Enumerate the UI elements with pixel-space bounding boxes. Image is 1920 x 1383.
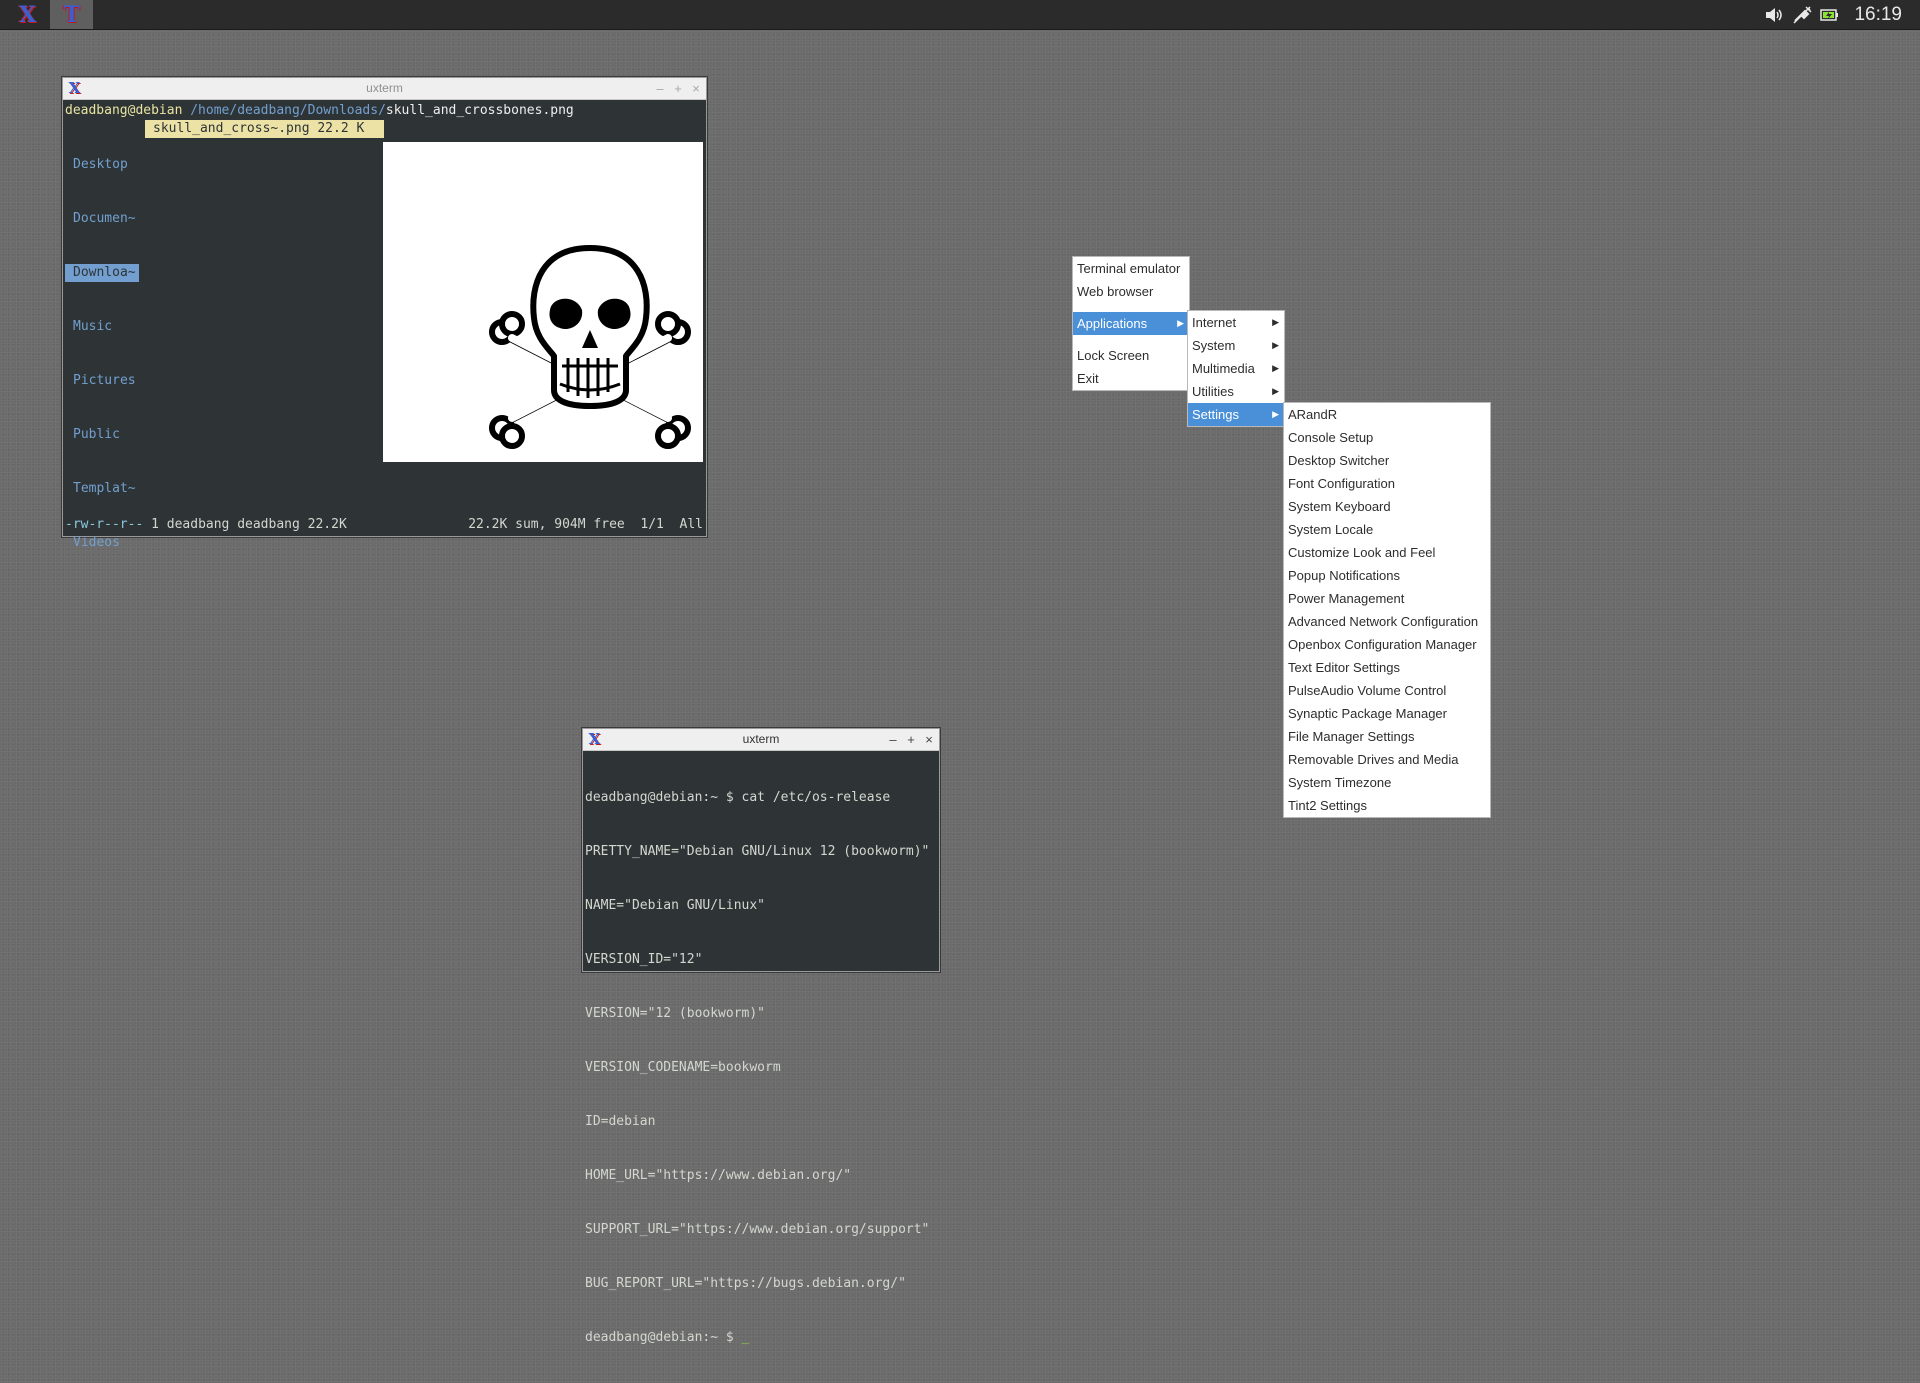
window-title: uxterm bbox=[366, 81, 403, 95]
menu-item-system[interactable]: System ▶ bbox=[1188, 334, 1284, 357]
terminal-line: HOME_URL="https://www.debian.org/" bbox=[585, 1168, 852, 1183]
volume-icon[interactable] bbox=[1764, 0, 1784, 29]
xterm-logo-icon: X bbox=[18, 1, 37, 28]
menu-item-applications[interactable]: Applications ▶ bbox=[1073, 312, 1189, 335]
terminal-line: NAME="Debian GNU/Linux" bbox=[585, 898, 766, 913]
menu-item-openbox-configuration-manager[interactable]: Openbox Configuration Manager bbox=[1284, 633, 1490, 656]
ranger-window[interactable]: X uxterm – + × deadbang@debian /home/dea… bbox=[62, 77, 707, 550]
ranger-status-left: -rw-r--r-- 1 deadbang deadbang 22.2K bbox=[65, 517, 347, 532]
close-icon[interactable]: × bbox=[923, 729, 935, 750]
settings-submenu: ARandR Console Setup Desktop Switcher Fo… bbox=[1283, 402, 1491, 818]
menu-item-exit[interactable]: Exit bbox=[1073, 367, 1189, 390]
terminal-line: BUG_REPORT_URL="https://bugs.debian.org/… bbox=[585, 1276, 906, 1291]
menu-item-system-keyboard[interactable]: System Keyboard bbox=[1284, 495, 1490, 518]
menu-item-power-management[interactable]: Power Management bbox=[1284, 587, 1490, 610]
window-title: uxterm bbox=[742, 732, 780, 746]
list-item[interactable]: Desktop bbox=[65, 156, 139, 174]
uxterm-logo-icon: T bbox=[63, 1, 80, 28]
menu-item-arandr[interactable]: ARandR bbox=[1284, 403, 1490, 426]
terminal-line: VERSION="12 (bookworm)" bbox=[585, 1006, 766, 1021]
menu-item-desktop-switcher[interactable]: Desktop Switcher bbox=[1284, 449, 1490, 472]
menu-item-multimedia[interactable]: Multimedia ▶ bbox=[1188, 357, 1284, 380]
menu-item-lock-screen[interactable]: Lock Screen bbox=[1073, 344, 1189, 367]
menu-separator bbox=[1073, 335, 1189, 344]
xterm-logo-icon[interactable]: X bbox=[66, 79, 83, 98]
menu-item-advanced-network-configuration[interactable]: Advanced Network Configuration bbox=[1284, 610, 1490, 633]
network-disconnected-icon[interactable] bbox=[1792, 0, 1812, 29]
xterm-logo-icon[interactable]: X bbox=[586, 730, 603, 749]
menu-item-removable-drives-and-media[interactable]: Removable Drives and Media bbox=[1284, 748, 1490, 771]
close-icon[interactable]: × bbox=[690, 78, 702, 99]
submenu-arrow-icon: ▶ bbox=[1177, 318, 1184, 328]
terminal-line: PRETTY_NAME="Debian GNU/Linux 12 (bookwo… bbox=[585, 844, 930, 859]
ranger-status-right: 22.2K sum, 904M free 1/1 All bbox=[468, 517, 703, 532]
list-item[interactable]: Documen~ bbox=[65, 210, 139, 228]
terminal-line: SUPPORT_URL="https://www.debian.org/supp… bbox=[585, 1222, 930, 1237]
root-menu: Terminal emulator Web browser Applicatio… bbox=[1072, 256, 1190, 391]
terminal-cursor: _ bbox=[741, 1330, 750, 1345]
menu-item-system-timezone[interactable]: System Timezone bbox=[1284, 771, 1490, 794]
menu-item-utilities[interactable]: Utilities ▶ bbox=[1188, 380, 1284, 403]
submenu-arrow-icon: ▶ bbox=[1272, 409, 1279, 419]
terminal-window[interactable]: X uxterm – + × deadbang@debian:~ $ cat /… bbox=[582, 728, 940, 1345]
menu-separator bbox=[1073, 303, 1189, 312]
menu-item-console-setup[interactable]: Console Setup bbox=[1284, 426, 1490, 449]
menu-item-synaptic-package-manager[interactable]: Synaptic Package Manager bbox=[1284, 702, 1490, 725]
list-item[interactable]: Music bbox=[65, 318, 139, 336]
menu-item-tint2-settings[interactable]: Tint2 Settings bbox=[1284, 794, 1490, 817]
list-item[interactable]: Pictures bbox=[65, 372, 139, 390]
terminal-line: VERSION_ID="12" bbox=[585, 952, 703, 967]
list-item-selected[interactable]: Downloa~ bbox=[65, 264, 139, 282]
ranger-titlebar[interactable]: X uxterm – + × bbox=[63, 78, 706, 100]
minimize-icon[interactable]: – bbox=[654, 78, 666, 99]
launcher-xterm-button[interactable]: X bbox=[6, 0, 49, 29]
submenu-arrow-icon: ▶ bbox=[1272, 386, 1279, 396]
minimize-icon[interactable]: – bbox=[887, 729, 899, 750]
menu-item-file-manager-settings[interactable]: File Manager Settings bbox=[1284, 725, 1490, 748]
submenu-arrow-icon: ▶ bbox=[1272, 363, 1279, 373]
menu-item-settings[interactable]: Settings ▶ bbox=[1188, 403, 1284, 426]
terminal-line: ID=debian bbox=[585, 1114, 656, 1129]
list-item[interactable]: Public bbox=[65, 426, 139, 444]
terminal-prompt-line[interactable]: deadbang@debian:~ $ _ bbox=[585, 1329, 939, 1347]
menu-item-font-configuration[interactable]: Font Configuration bbox=[1284, 472, 1490, 495]
menu-item-web-browser[interactable]: Web browser bbox=[1073, 280, 1189, 303]
ranger-path-bar: deadbang@debian /home/deadbang/Downloads… bbox=[65, 103, 574, 118]
menu-item-customize-look-and-feel[interactable]: Customize Look and Feel bbox=[1284, 541, 1490, 564]
maximize-icon[interactable]: + bbox=[905, 729, 917, 750]
terminal-line: deadbang@debian:~ $ cat /etc/os-release bbox=[585, 790, 891, 805]
menu-item-terminal-emulator[interactable]: Terminal emulator bbox=[1073, 257, 1189, 280]
maximize-icon[interactable]: + bbox=[672, 78, 684, 99]
terminal-output[interactable]: deadbang@debian:~ $ cat /etc/os-release … bbox=[583, 751, 939, 1383]
list-item[interactable]: Videos bbox=[65, 534, 139, 552]
top-panel: X T 16:19 bbox=[0, 0, 1920, 30]
menu-item-text-editor-settings[interactable]: Text Editor Settings bbox=[1284, 656, 1490, 679]
list-item[interactable]: Templat~ bbox=[65, 480, 139, 498]
terminal-titlebar[interactable]: X uxterm – + × bbox=[583, 729, 939, 751]
battery-icon[interactable] bbox=[1820, 0, 1840, 29]
menu-item-popup-notifications[interactable]: Popup Notifications bbox=[1284, 564, 1490, 587]
image-preview bbox=[383, 142, 703, 462]
file-entry-selected[interactable]: skull_and_cross~.png 22.2 K bbox=[145, 120, 384, 138]
menu-item-pulseaudio-volume-control[interactable]: PulseAudio Volume Control bbox=[1284, 679, 1490, 702]
clock[interactable]: 16:19 bbox=[1854, 0, 1902, 29]
terminal-line: VERSION_CODENAME=bookworm bbox=[585, 1060, 781, 1075]
menu-item-internet[interactable]: Internet ▶ bbox=[1188, 311, 1284, 334]
submenu-arrow-icon: ▶ bbox=[1272, 340, 1279, 350]
applications-submenu: Internet ▶ System ▶ Multimedia ▶ Utilities ▶… bbox=[1187, 310, 1285, 427]
taskbar-uxterm-button[interactable]: T bbox=[50, 0, 93, 29]
menu-item-system-locale[interactable]: System Locale bbox=[1284, 518, 1490, 541]
submenu-arrow-icon: ▶ bbox=[1272, 317, 1279, 327]
skull-and-crossbones-icon bbox=[488, 245, 691, 449]
